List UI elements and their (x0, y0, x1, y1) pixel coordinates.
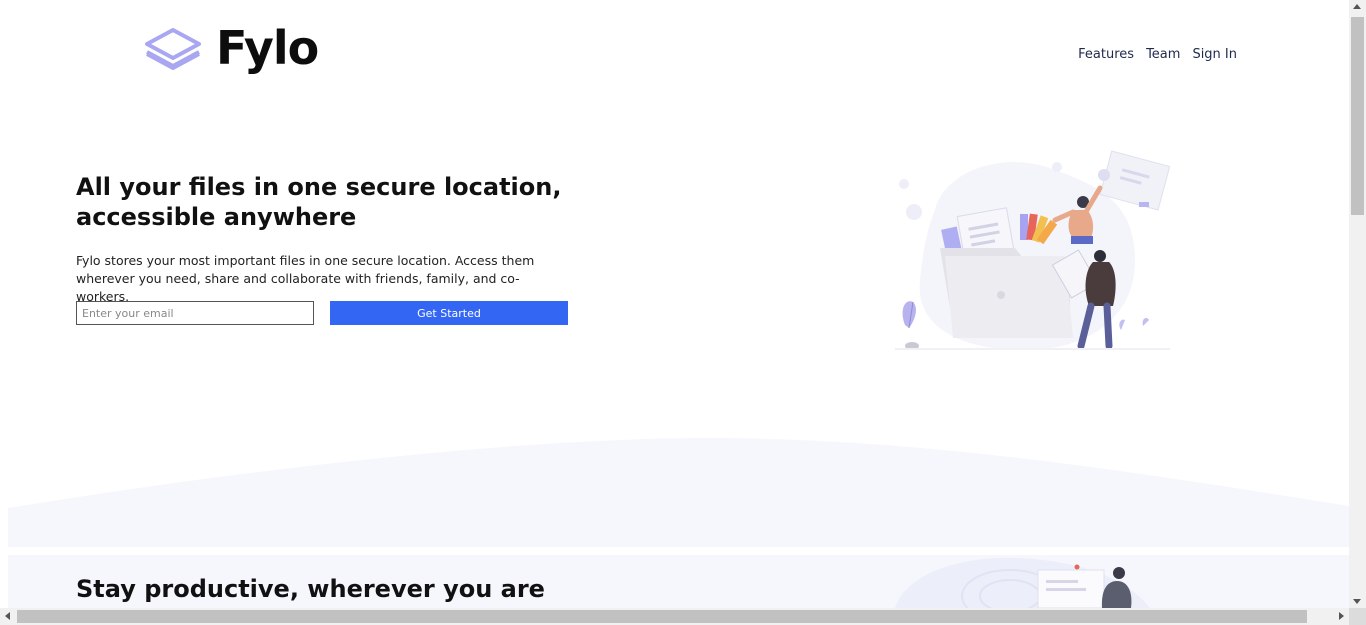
hero-title: All your files in one secure location, a… (76, 173, 562, 231)
vertical-scrollbar[interactable] (1349, 0, 1366, 608)
productive-illustration (895, 557, 1150, 608)
horizontal-scroll-thumb[interactable] (17, 610, 1307, 623)
scroll-left-arrow-icon[interactable] (5, 612, 10, 620)
vertical-scroll-thumb[interactable] (1351, 17, 1364, 215)
hero-illustration (895, 150, 1170, 350)
logo-text: Fylo (216, 21, 319, 75)
page: Fylo Features Team Sign In All your file… (0, 0, 1349, 608)
main-nav: Features Team Sign In (1078, 47, 1237, 62)
logo[interactable]: Fylo (144, 21, 319, 75)
nav-link-sign-in[interactable]: Sign In (1192, 47, 1237, 62)
nav-link-features[interactable]: Features (1078, 47, 1134, 62)
section-wave (8, 438, 1349, 547)
scroll-right-arrow-icon[interactable] (1339, 612, 1344, 620)
horizontal-scrollbar[interactable] (0, 608, 1349, 625)
stack-layers-icon (145, 28, 201, 70)
scroll-down-arrow-icon[interactable] (1353, 599, 1361, 604)
scroll-up-arrow-icon[interactable] (1353, 4, 1361, 9)
hero-description: Fylo stores your most important files in… (76, 253, 535, 304)
email-input[interactable] (76, 301, 314, 325)
section-title: Stay productive, wherever you are (76, 575, 545, 603)
get-started-button[interactable]: Get Started (330, 301, 568, 325)
nav-link-team[interactable]: Team (1146, 47, 1180, 62)
scrollbar-corner (1349, 608, 1366, 625)
